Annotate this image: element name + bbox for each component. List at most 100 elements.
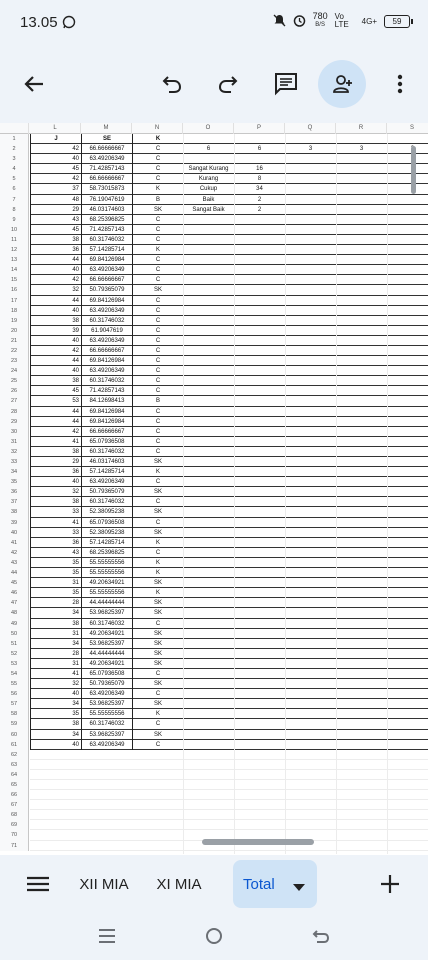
cell-k[interactable]: SK [132,699,183,710]
cell-k[interactable]: SK [132,457,183,468]
cell-j[interactable]: 40 [30,335,81,346]
cell-k[interactable]: C [132,477,183,488]
row-number[interactable]: 25 [0,376,28,386]
cell-k[interactable]: C [132,376,183,387]
row-number[interactable]: 35 [0,477,28,487]
row-number[interactable]: 3 [0,154,28,164]
cell-se[interactable]: 61.9047619 [81,325,132,336]
cell-se[interactable]: 69.84126984 [81,416,132,427]
row-number[interactable]: 62 [0,750,28,760]
cell-j[interactable]: 41 [30,668,81,680]
cell-count[interactable]: 6 [234,144,285,154]
row-number[interactable]: 38 [0,507,28,517]
summary-value[interactable]: 2 [234,195,285,205]
cell-j[interactable]: 34 [30,638,81,649]
cell-k[interactable]: C [132,224,183,235]
cell-k[interactable]: C [132,144,183,155]
row-number[interactable]: 2 [0,144,28,154]
cell-se[interactable]: 63.49206349 [81,366,132,377]
row-number[interactable]: 60 [0,730,28,740]
cell-se[interactable]: 68.25396825 [81,214,132,225]
row-number[interactable]: 63 [0,760,28,770]
summary-value[interactable]: 16 [234,164,285,174]
add-person-icon[interactable] [318,60,366,108]
row-number[interactable]: 56 [0,689,28,699]
cell-se[interactable]: 50.79365079 [81,679,132,690]
row-number[interactable]: 57 [0,699,28,709]
cell-j[interactable]: 35 [30,568,81,579]
column-header-q[interactable]: Q [285,123,336,134]
cell-se[interactable]: 53.96825397 [81,608,132,619]
cell-se[interactable]: 76.19047619 [81,194,132,205]
cell-j[interactable]: 44 [30,255,81,266]
summary-label[interactable]: Cukup [183,184,234,194]
cell-count[interactable]: 3 [336,144,387,154]
row-number[interactable]: 52 [0,649,28,659]
row-number[interactable]: 18 [0,306,28,316]
cell-j[interactable]: 29 [30,204,81,215]
row-number[interactable]: 39 [0,518,28,528]
cell-se[interactable]: 65.07936508 [81,436,132,447]
cell-k[interactable]: SK [132,648,183,659]
row-number[interactable]: 40 [0,528,28,538]
spreadsheet-grid[interactable]: L M N O P Q R S 1 2 3 4 5 6 7 8 9 10 11 12 13 14 15 16 1… [0,123,428,855]
tab-xi-mia[interactable]: XI MIA [148,860,210,908]
cell-j[interactable]: 40 [30,739,81,750]
cell-k[interactable]: C [132,154,183,165]
cell-se[interactable]: 66.66666667 [81,275,132,286]
cell-k[interactable]: SK [132,679,183,690]
cell-j[interactable]: 31 [30,628,81,639]
row-number[interactable]: 5 [0,174,28,184]
summary-value[interactable]: 2 [234,205,285,215]
cell-j[interactable]: 32 [30,487,81,498]
row-number[interactable]: 4 [0,164,28,174]
cell-j[interactable]: 36 [30,537,81,548]
cell-se[interactable]: 63.49206349 [81,335,132,346]
cell-se[interactable]: 60.31746032 [81,446,132,457]
cell-j[interactable]: 31 [30,658,81,669]
cell-j[interactable]: 42 [30,426,81,437]
row-number[interactable]: 36 [0,487,28,497]
cell-se[interactable]: 57.14285714 [81,537,132,548]
cell-se[interactable]: 66.66666667 [81,144,132,155]
row-number[interactable]: 48 [0,608,28,618]
cell-se[interactable]: 46.03174603 [81,204,132,215]
cell-k[interactable]: C [132,295,183,306]
cell-k[interactable]: C [132,234,183,246]
corner-cell[interactable] [0,123,29,134]
cell-se[interactable]: 63.49206349 [81,265,132,276]
cell-se[interactable]: 63.49206349 [81,154,132,165]
cell-j[interactable]: 34 [30,608,81,619]
cell-se[interactable]: 52.38095238 [81,507,132,518]
back-icon[interactable] [306,923,336,949]
row-number[interactable]: 51 [0,639,28,649]
cell-se[interactable]: 57.14285714 [81,467,132,478]
summary-label[interactable]: Baik [183,195,234,205]
cell-grid[interactable]: JSEK4266.66666667C663334063.49206349C457… [30,134,428,854]
row-number[interactable]: 26 [0,386,28,396]
cell-k[interactable]: K [132,245,183,256]
cell-se[interactable]: 71.42857143 [81,386,132,397]
cell-se[interactable]: 53.96825397 [81,699,132,710]
row-number[interactable]: 23 [0,356,28,366]
cell-j[interactable]: 43 [30,214,81,225]
column-header-n[interactable]: N [132,123,183,134]
cell-j[interactable]: 38 [30,315,81,326]
cell-se[interactable]: 71.42857143 [81,164,132,175]
row-number[interactable]: 64 [0,770,28,780]
cell-j[interactable]: 42 [30,275,81,286]
cell-j[interactable]: 31 [30,578,81,589]
cell-j[interactable]: 28 [30,648,81,659]
cell-j[interactable]: 38 [30,719,81,730]
cell-se[interactable]: 55.55555556 [81,568,132,579]
column-header-p[interactable]: P [234,123,285,134]
cell-k[interactable]: C [132,214,183,225]
column-header-s[interactable]: S [387,123,428,134]
cell-se[interactable]: 60.31746032 [81,315,132,326]
row-number[interactable]: 68 [0,810,28,820]
cell-j[interactable]: 41 [30,517,81,528]
row-number[interactable]: 61 [0,740,28,750]
cell-k[interactable]: K [132,557,183,569]
cell-j[interactable]: 40 [30,265,81,276]
row-number[interactable]: 28 [0,407,28,417]
